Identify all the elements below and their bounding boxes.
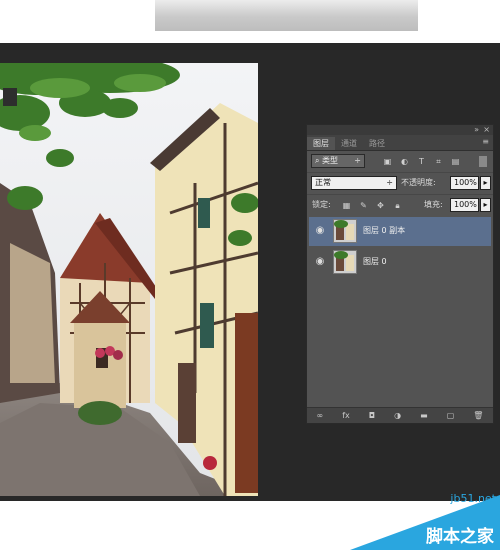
tab-channels[interactable]: 通道 [335, 137, 363, 150]
blend-mode-label: 正常 [315, 178, 331, 187]
collapse-icon[interactable]: » [474, 125, 479, 135]
opacity-input[interactable]: 100% [450, 176, 479, 190]
folder-icon[interactable]: ▬ [420, 411, 428, 420]
type-filter-icon[interactable]: T [416, 156, 427, 167]
fill-dropdown-button[interactable]: ▸ [480, 198, 491, 212]
watermark-site: jb51.net [450, 492, 496, 505]
blend-mode-select[interactable]: 正常 ÷ [311, 176, 397, 190]
visibility-eye-icon[interactable]: ◉ [314, 225, 326, 237]
pixel-filter-icon[interactable]: ▣ [382, 156, 393, 167]
layers-list: ◉ 图层 0 副本 ◉ 图层 0 [307, 214, 493, 404]
close-icon[interactable]: × [483, 125, 490, 135]
canvas-photo [0, 63, 258, 496]
filter-kind-select[interactable]: ⌕ 类型 ÷ [311, 154, 365, 168]
lock-transparent-icon[interactable]: ▦ [341, 200, 352, 211]
layer-thumbnail [333, 250, 357, 274]
trash-icon[interactable]: 🗑︎ [473, 411, 483, 420]
tab-paths[interactable]: 路径 [363, 137, 391, 150]
panel-tabs: 图层 通道 路径 ≡ [307, 135, 493, 151]
watermark-text: 脚本之家 [426, 527, 494, 547]
visibility-eye-icon[interactable]: ◉ [314, 256, 326, 268]
layer-row-base[interactable]: ◉ 图层 0 [309, 248, 491, 277]
adjustment-icon[interactable]: ◑ [394, 411, 401, 420]
layers-panel: » × 图层 通道 路径 ≡ ⌕ 类型 ÷ ▣ ◐ T ⌗ ▤ 正常 ÷ 不透明… [306, 124, 494, 424]
lock-label: 锁定: [312, 200, 331, 209]
tab-layers[interactable]: 图层 [307, 137, 335, 150]
lock-image-icon[interactable]: ✎ [358, 200, 369, 211]
layer-name: 图层 0 副本 [363, 226, 406, 235]
smart-object-filter-icon[interactable]: ▤ [450, 156, 461, 167]
chevron-down-icon: ÷ [354, 156, 361, 165]
chevron-down-icon: ÷ [386, 178, 393, 187]
mask-icon[interactable]: ◘ [369, 411, 375, 420]
blend-row: 正常 ÷ 不透明度: 100% ▸ [307, 173, 493, 195]
fx-icon[interactable]: fx [342, 411, 350, 420]
watermark: jb51.net 脚本之家 [350, 480, 500, 550]
filter-row: ⌕ 类型 ÷ ▣ ◐ T ⌗ ▤ [307, 151, 493, 173]
fill-label: 填充: [424, 200, 443, 209]
filter-toggle[interactable] [479, 156, 487, 167]
layer-name: 图层 0 [363, 257, 387, 266]
lock-position-icon[interactable]: ✥ [375, 200, 386, 211]
layer-row-copy[interactable]: ◉ 图层 0 副本 [309, 217, 491, 246]
fill-input[interactable]: 100% [450, 198, 479, 212]
filter-kind-label: 类型 [322, 156, 339, 165]
link-icon[interactable]: ∞ [317, 411, 324, 420]
layer-thumbnail [333, 219, 357, 243]
opacity-label: 不透明度: [401, 178, 436, 187]
new-layer-icon[interactable]: ▢ [447, 411, 455, 420]
panel-titlebar: » × [307, 125, 493, 135]
lock-all-icon[interactable]: 🔒︎ [392, 200, 403, 211]
adjustment-filter-icon[interactable]: ◐ [399, 156, 410, 167]
top-gradient-strip [155, 0, 418, 31]
shape-filter-icon[interactable]: ⌗ [433, 156, 444, 167]
opacity-dropdown-button[interactable]: ▸ [480, 176, 491, 190]
search-icon: ⌕ [315, 156, 320, 165]
panel-menu-icon[interactable]: ≡ [482, 137, 489, 146]
panel-footer: ∞ fx ◘ ◑ ▬ ▢ 🗑︎ [307, 407, 493, 423]
